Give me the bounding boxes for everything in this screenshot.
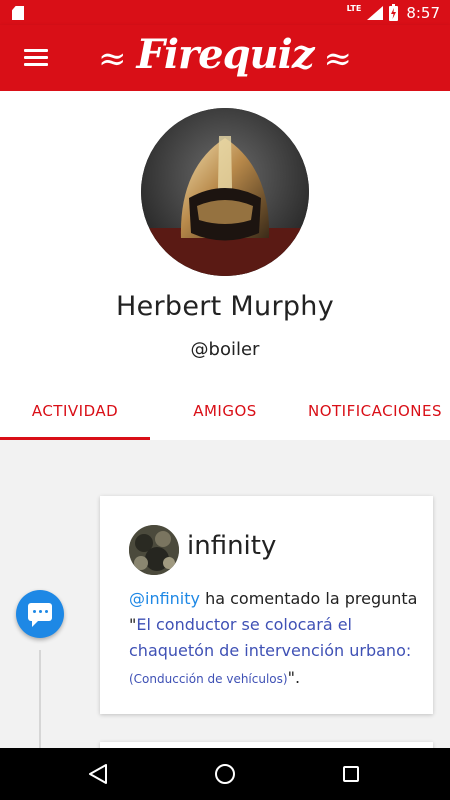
home-icon[interactable] xyxy=(215,764,235,784)
tab-actividad[interactable]: ACTIVIDAD xyxy=(0,384,150,440)
logo-decor-right: ≈ xyxy=(323,38,353,79)
activity-user-avatar[interactable] xyxy=(129,525,179,575)
timeline-line xyxy=(39,650,41,750)
mention-link[interactable]: @infinity xyxy=(129,589,200,608)
question-link[interactable]: El conductor se colocará el chaquetón de… xyxy=(129,615,411,660)
comment-activity-icon[interactable] xyxy=(16,590,64,638)
back-icon[interactable] xyxy=(88,764,108,788)
activity-card[interactable]: infinity @infinity ha comentado la pregu… xyxy=(100,496,433,714)
user-handle: @boiler xyxy=(190,339,260,360)
app-logo: ≈ Firequiz ≈ xyxy=(0,31,450,79)
activity-text-after: ". xyxy=(287,668,301,687)
signal-icon xyxy=(367,6,384,20)
tab-notificaciones[interactable]: NOTIFICACIONES xyxy=(300,384,450,440)
logo-decor-left: ≈ xyxy=(97,38,127,79)
battery-charging-icon xyxy=(389,3,399,21)
app-bar: ≈ Firequiz ≈ xyxy=(0,25,450,91)
activity-username[interactable]: infinity xyxy=(187,531,276,561)
question-category: (Conducción de vehículos) xyxy=(129,672,288,686)
status-bar: LTE 8:57 xyxy=(0,0,450,25)
clock: 8:57 xyxy=(406,4,440,22)
system-nav-bar xyxy=(0,748,450,800)
tab-amigos[interactable]: AMIGOS xyxy=(150,384,300,440)
profile-tabs: ACTIVIDAD AMIGOS NOTIFICACIONES xyxy=(0,384,450,440)
activity-description: @infinity ha comentado la pregunta "El c… xyxy=(129,586,419,692)
app-title: Firequiz xyxy=(136,31,314,78)
profile-avatar[interactable] xyxy=(141,108,309,276)
recent-apps-icon[interactable] xyxy=(343,766,359,782)
sd-card-icon xyxy=(12,6,24,20)
network-type: LTE xyxy=(346,3,362,13)
user-name: Herbert Murphy xyxy=(116,291,334,322)
